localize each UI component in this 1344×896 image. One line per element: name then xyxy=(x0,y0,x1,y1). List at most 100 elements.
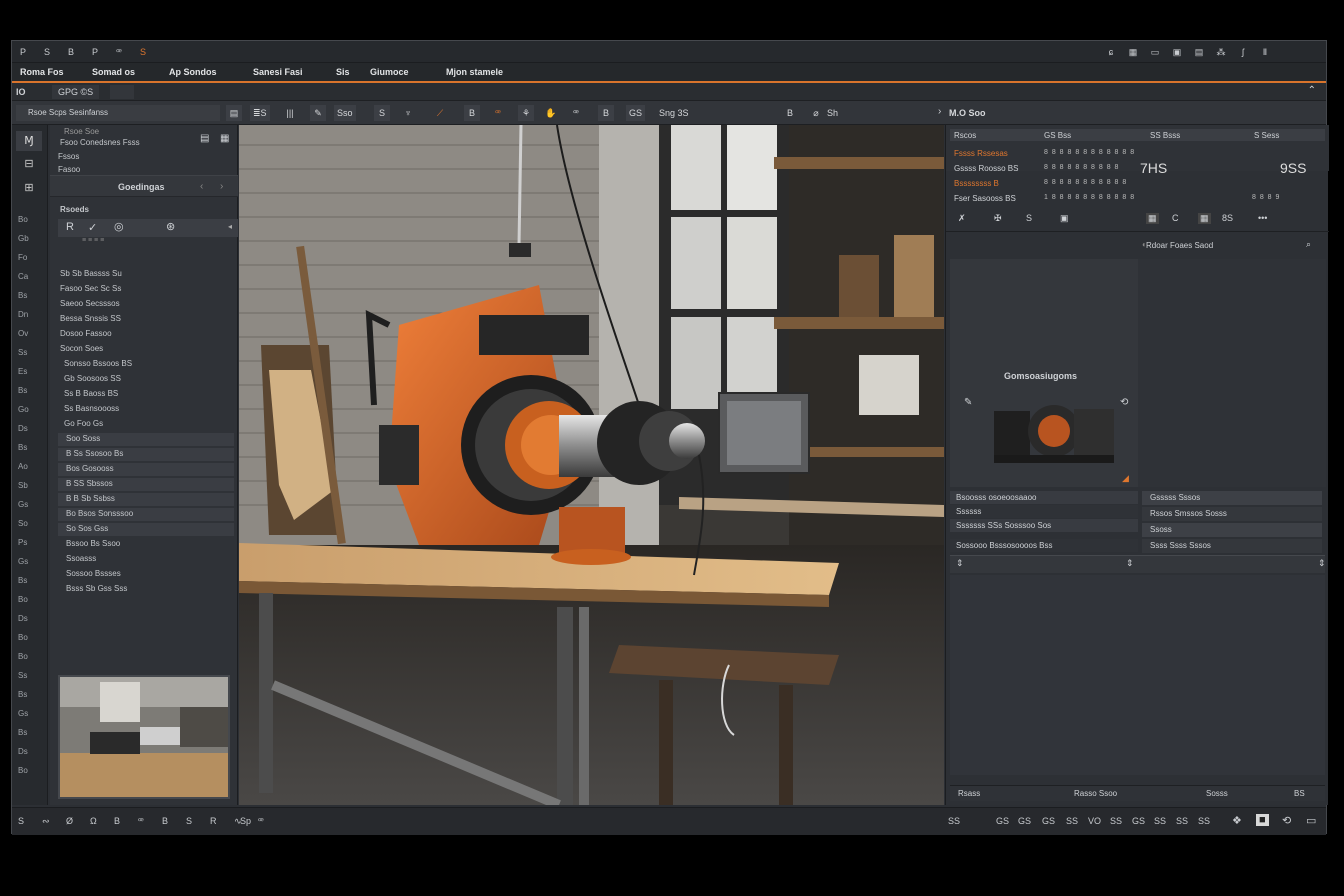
tool-strip-item[interactable]: Ds xyxy=(18,747,28,756)
table-tool-icon[interactable]: C xyxy=(1172,213,1179,223)
toolbar-button[interactable]: ⚘ xyxy=(518,105,534,121)
tool-strip-item[interactable]: Gb xyxy=(18,234,29,243)
panel-grid-icon[interactable]: ▦ xyxy=(220,133,229,144)
toolbar-button[interactable]: ||| xyxy=(282,105,298,121)
toolbar-button[interactable]: Sh xyxy=(824,105,841,121)
tool-strip-item[interactable]: Es xyxy=(18,367,27,376)
tree-item[interactable]: Dosoo Fassoo xyxy=(60,329,112,338)
tree-item[interactable]: B B Sb Ssbss xyxy=(66,494,115,503)
tool-strip-item[interactable]: Ss xyxy=(18,348,27,357)
tree-item[interactable]: Ss B Baoss BS xyxy=(64,389,118,398)
table-tool-icon[interactable]: ••• xyxy=(1258,213,1267,223)
tool-strip-item[interactable]: Ps xyxy=(18,538,27,547)
tool-strip-item[interactable]: So xyxy=(18,519,28,528)
collapse-icon[interactable]: ⌃ xyxy=(1308,85,1316,96)
path-field[interactable]: Rsoe Scps Sesinfanss xyxy=(16,105,220,121)
tool-strip-item[interactable]: Ao xyxy=(18,462,28,471)
window-control-icon[interactable]: ɕ xyxy=(1104,45,1118,59)
status-tool-icon[interactable]: R xyxy=(210,816,217,826)
toolbar-button[interactable]: Sso xyxy=(334,105,356,121)
tool-strip-item[interactable]: Bo xyxy=(18,633,28,642)
tree-item[interactable]: Soo Soss xyxy=(66,434,100,443)
preview-corner-icon[interactable]: ◢ xyxy=(1122,473,1129,484)
thumbnail-preview[interactable] xyxy=(58,675,230,799)
toolbar-button[interactable]: ꟹ xyxy=(568,105,584,121)
table-tool-icon[interactable]: ▦ xyxy=(1146,213,1159,224)
preview-tool-icon[interactable]: ✎ xyxy=(964,397,972,408)
titlebar-tool-icon[interactable]: S xyxy=(136,45,150,59)
tool-strip-item[interactable]: Bo xyxy=(18,215,28,224)
window-control-icon[interactable]: ▤ xyxy=(1192,45,1206,59)
status-tool-icon[interactable]: Sp xyxy=(240,816,251,826)
status-item[interactable]: VO xyxy=(1088,816,1101,826)
table-tool-icon[interactable]: ▣ xyxy=(1060,213,1069,224)
table-row-label[interactable]: Gssss Roosso BS xyxy=(954,164,1018,173)
tool-strip-item[interactable]: Go xyxy=(18,405,29,414)
preview-reset-icon[interactable]: ⟲ xyxy=(1120,397,1128,408)
toolbar-button[interactable]: B xyxy=(782,105,798,121)
status-tool-icon[interactable]: B xyxy=(162,816,168,826)
table-tool-icon[interactable]: ✠ xyxy=(994,213,1002,224)
status-item[interactable]: SS xyxy=(1176,816,1188,826)
status-tool-icon[interactable]: ∾ xyxy=(42,816,50,827)
menu-item-file[interactable]: Roma Fos xyxy=(20,67,64,77)
toolbar-button[interactable]: GS xyxy=(626,105,646,121)
tree-item[interactable]: So Sos Gss xyxy=(66,524,108,533)
status-item[interactable]: SS xyxy=(1198,816,1210,826)
titlebar-tool-icon[interactable]: ꟹ xyxy=(112,45,126,59)
window-control-icon[interactable]: Ⅱ xyxy=(1258,45,1272,59)
table-row-label[interactable]: Fssss Rssesas xyxy=(954,149,1008,158)
window-control-icon[interactable]: ʃ xyxy=(1236,45,1250,59)
tree-item[interactable]: Saeoo Secsssos xyxy=(60,299,120,308)
status-tool-icon[interactable]: Ø xyxy=(66,816,73,826)
tree-item[interactable]: Go Foo Gs xyxy=(64,419,103,428)
tree-item[interactable]: Bssoo Bs Ssoo xyxy=(66,539,120,548)
toolbar-button[interactable]: S xyxy=(374,105,390,121)
toolbar-button[interactable]: ✎ xyxy=(310,105,326,121)
stepper-icon[interactable]: ⇕ xyxy=(1318,558,1326,569)
status-item[interactable]: GS xyxy=(1042,816,1055,826)
section-header[interactable]: Goedingas ‹ › xyxy=(50,175,238,197)
prop-row-label[interactable]: Sossooo Bsssosoooos Bss xyxy=(956,541,1053,550)
status-tool-icon[interactable]: ꟹ xyxy=(258,816,264,827)
tool-strip-item[interactable]: Bo xyxy=(18,595,28,604)
tree-item[interactable]: Gb Soosoos SS xyxy=(64,374,121,383)
tool-strip-item[interactable]: Bs xyxy=(18,690,27,699)
toolbar-button[interactable]: ⟋ xyxy=(432,105,448,121)
tool-strip-item[interactable]: Dn xyxy=(18,310,28,319)
globe-icon[interactable]: ⊛ xyxy=(166,220,175,233)
prop-row-label[interactable]: Sssssss SSs Sosssoo Sos xyxy=(956,521,1051,530)
footer-item-4[interactable]: BS xyxy=(1294,789,1305,798)
table-row-label[interactable]: Fser Sasooss BS xyxy=(954,194,1016,203)
tool-strip-item[interactable]: Bs xyxy=(18,291,27,300)
tree-item[interactable]: B SS Sbssos xyxy=(66,479,113,488)
tool-strip-item[interactable]: Ds xyxy=(18,424,28,433)
panel-menu-icon[interactable]: ▤ xyxy=(200,133,209,144)
menu-item-render[interactable]: Giumoce xyxy=(370,67,409,77)
titlebar-tool-icon[interactable]: B xyxy=(64,45,78,59)
titlebar-tool-icon[interactable]: P xyxy=(16,45,30,59)
prop-row-label[interactable]: Ssssss xyxy=(956,507,981,516)
table-row-label[interactable]: Bssssssss B xyxy=(954,179,999,188)
tool-strip-item[interactable]: Bs xyxy=(18,728,27,737)
toolbar-button[interactable]: B xyxy=(464,105,480,121)
tool-strip-item[interactable]: Sb xyxy=(18,481,28,490)
r-icon[interactable]: R xyxy=(66,221,74,233)
prop-right-label[interactable]: Ssoss xyxy=(1150,525,1172,534)
tool-strip-item[interactable]: Gs xyxy=(18,709,28,718)
tree-item[interactable]: Sb Sb Bassss Su xyxy=(60,269,122,278)
tree-item[interactable]: Sossoo Bssses xyxy=(66,569,121,578)
status-tool-icon[interactable]: S xyxy=(18,816,24,826)
toggle-icon[interactable]: ◐ xyxy=(1142,240,1147,249)
menu-item-window[interactable]: Mjon stamele xyxy=(446,67,503,77)
stepper-icon[interactable]: ⇕ xyxy=(956,558,964,569)
tree-item[interactable]: Bsss Sb Gss Sss xyxy=(66,584,127,593)
prop-right-label[interactable]: Ssss Ssss Sssos xyxy=(1150,541,1211,550)
status-control-icon[interactable]: ⟲ xyxy=(1282,814,1291,827)
tool-strip-item[interactable]: Bo xyxy=(18,652,28,661)
check-icon[interactable]: ✓ xyxy=(88,221,97,234)
tool-strip-item[interactable]: Fo xyxy=(18,253,27,262)
stepper-icon[interactable]: ⇕ xyxy=(1126,558,1134,569)
tree-item[interactable]: Bo Bsos Sonsssoo xyxy=(66,509,133,518)
tree-item[interactable]: Socon Soes xyxy=(60,344,103,353)
